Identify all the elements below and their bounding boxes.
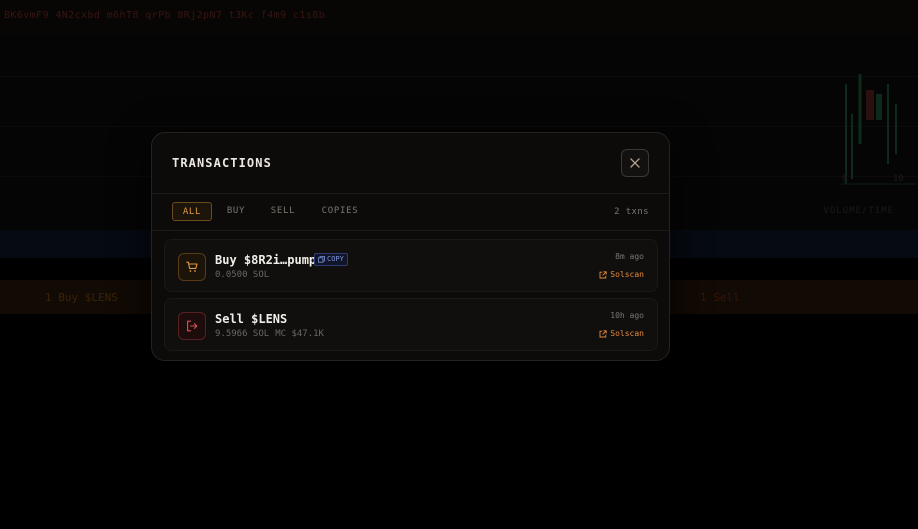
transaction-row[interactable]: Sell $LENS 9.5966 SOL MC $47.1K 10h ago S…: [164, 298, 658, 351]
chart-gridline: [0, 76, 918, 77]
transaction-title: Buy $8R2i…pump: [215, 253, 317, 267]
sell-icon-badge: [178, 312, 206, 340]
background-ticker: BK6vmF9 4N2cxbd m6hT8 qrPb 8Rj2pN7 t3Kc …: [4, 10, 326, 21]
background-topbar: BK6vmF9 4N2cxbd m6hT8 qrPb 8Rj2pN7 t3Kc …: [0, 0, 918, 36]
axis-tick: 10: [893, 174, 904, 184]
amount-value: 0.0500 SOL: [215, 270, 270, 280]
modal-title: TRANSACTIONS: [172, 156, 272, 170]
tab-all[interactable]: ALL: [172, 202, 212, 221]
transactions-modal: TRANSACTIONS ALL BUY SELL COPIES 2 txns: [151, 132, 670, 361]
background-sell-label: 1 Sell: [700, 291, 740, 304]
axis-tick: 0: [842, 174, 848, 184]
transaction-amount: 9.5966 SOL MC $47.1K: [215, 329, 324, 339]
transaction-time: 10h ago: [610, 311, 644, 320]
transaction-amount: 0.0500 SOL: [215, 270, 269, 280]
buy-icon-badge: [178, 253, 206, 281]
transaction-time: 8m ago: [615, 252, 644, 261]
background-candles: [841, 74, 916, 185]
copy-badge[interactable]: COPY: [314, 253, 348, 266]
exit-icon: [187, 320, 198, 332]
copy-icon: [318, 256, 325, 263]
background-buy-label: 1 Buy $LENS: [45, 291, 118, 304]
market-cap-value: MC $47.1K: [275, 329, 324, 339]
transaction-row[interactable]: Buy $8R2i…pump COPY 0.0500 SOL 8m ago So…: [164, 239, 658, 292]
copy-badge-label: COPY: [327, 255, 344, 263]
tab-buy[interactable]: BUY: [220, 202, 252, 221]
close-icon: [630, 158, 640, 168]
app-root: BK6vmF9 4N2cxbd m6hT8 qrPb 8Rj2pN7 t3Kc …: [0, 0, 918, 529]
background-axis-label: VOLUME/TIME: [823, 206, 894, 216]
tab-copies[interactable]: COPIES: [316, 202, 364, 221]
amount-value: 9.5966 SOL: [215, 329, 270, 339]
close-button[interactable]: [621, 149, 649, 177]
filter-tabs: ALL BUY SELL COPIES 2 txns: [152, 194, 669, 231]
chart-gridline: [0, 126, 918, 127]
solscan-link[interactable]: Solscan: [599, 329, 644, 338]
txn-count: 2 txns: [614, 207, 649, 217]
modal-header: TRANSACTIONS: [152, 133, 669, 194]
cart-icon: [186, 261, 198, 272]
tab-sell[interactable]: SELL: [265, 202, 301, 221]
solscan-link-label: Solscan: [610, 329, 644, 338]
external-link-icon: [599, 271, 607, 279]
solscan-link-label: Solscan: [610, 270, 644, 279]
external-link-icon: [599, 330, 607, 338]
solscan-link[interactable]: Solscan: [599, 270, 644, 279]
transaction-title: Sell $LENS: [215, 312, 288, 326]
